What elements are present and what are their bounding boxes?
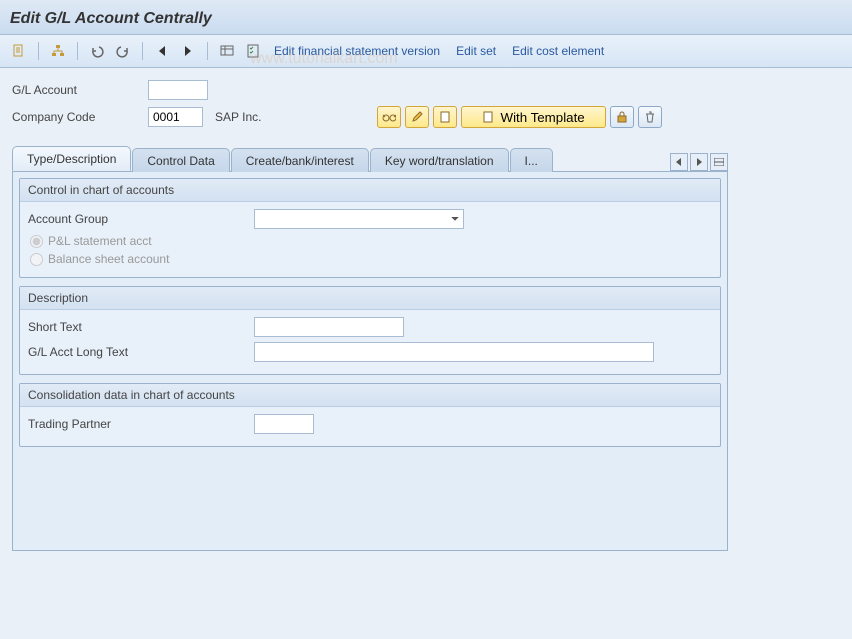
separator — [207, 42, 208, 60]
account-group-label: Account Group — [28, 212, 248, 226]
group-title-consolidation: Consolidation data in chart of accounts — [20, 384, 720, 407]
pencil-icon — [411, 111, 423, 123]
radio-bs[interactable] — [30, 253, 43, 266]
edit-button[interactable] — [405, 106, 429, 128]
gl-account-input[interactable] — [148, 80, 208, 100]
trading-partner-input[interactable] — [254, 414, 314, 434]
toolbar-btn-1[interactable] — [8, 40, 30, 62]
toolbar-btn-prev[interactable] — [151, 40, 173, 62]
triangle-right-icon — [183, 45, 193, 57]
lock-button[interactable] — [610, 106, 634, 128]
redo-icon — [116, 44, 130, 58]
tab-list-button[interactable] — [710, 153, 728, 171]
with-template-label: With Template — [500, 110, 584, 125]
group-description: Description Short Text G/L Acct Long Tex… — [19, 286, 721, 375]
field-row-company-code: Company Code SAP Inc. With Template — [12, 106, 840, 128]
display-icon — [220, 44, 234, 58]
tab-scroll — [670, 153, 728, 171]
toolbar-btn-back[interactable] — [86, 40, 108, 62]
page-icon — [439, 111, 451, 123]
list-icon — [714, 158, 724, 166]
toolbar: Edit financial statement version Edit se… — [0, 35, 852, 68]
long-text-label: G/L Acct Long Text — [28, 345, 248, 359]
tabs-row: Type/Description Control Data Create/ban… — [12, 146, 728, 171]
company-code-input[interactable] — [148, 107, 203, 127]
checklist-icon — [246, 44, 260, 58]
tab-scroll-left[interactable] — [670, 153, 688, 171]
tab-body: Control in chart of accounts Account Gro… — [12, 171, 728, 551]
radio-pl-row[interactable]: P&L statement acct — [30, 234, 712, 248]
separator — [142, 42, 143, 60]
create-button[interactable] — [433, 106, 457, 128]
group-title-description: Description — [20, 287, 720, 310]
gl-account-label: G/L Account — [12, 83, 142, 97]
triangle-left-icon — [675, 158, 683, 166]
toolbar-btn-checklist[interactable] — [242, 40, 264, 62]
with-template-button[interactable]: With Template — [461, 106, 605, 128]
trash-icon — [644, 111, 656, 123]
group-control-chart: Control in chart of accounts Account Gro… — [19, 178, 721, 278]
tab-scroll-right[interactable] — [690, 153, 708, 171]
glasses-icon — [382, 111, 396, 123]
link-edit-set[interactable]: Edit set — [450, 41, 502, 61]
radio-bs-label: Balance sheet account — [48, 252, 169, 266]
short-text-label: Short Text — [28, 320, 248, 334]
tabstrip: Type/Description Control Data Create/ban… — [12, 146, 840, 551]
company-name-text: SAP Inc. — [215, 110, 261, 124]
group-consolidation: Consolidation data in chart of accounts … — [19, 383, 721, 447]
hierarchy-icon — [51, 44, 65, 58]
short-text-input[interactable] — [254, 317, 404, 337]
toolbar-btn-2[interactable] — [47, 40, 69, 62]
tab-keyword-translation[interactable]: Key word/translation — [370, 148, 509, 172]
tab-create-bank-interest[interactable]: Create/bank/interest — [231, 148, 369, 172]
company-code-label: Company Code — [12, 110, 142, 124]
group-title-control: Control in chart of accounts — [20, 179, 720, 202]
trading-partner-label: Trading Partner — [28, 417, 248, 431]
tab-more[interactable]: I... — [510, 148, 553, 172]
separator — [38, 42, 39, 60]
long-text-input[interactable] — [254, 342, 654, 362]
account-group-select[interactable] — [254, 209, 464, 229]
tab-control-data[interactable]: Control Data — [132, 148, 229, 172]
group-body-consolidation: Trading Partner — [20, 407, 720, 446]
group-body-description: Short Text G/L Acct Long Text — [20, 310, 720, 374]
group-body-control: Account Group P&L statement acct Balance… — [20, 202, 720, 277]
link-edit-fsv[interactable]: Edit financial statement version — [268, 41, 446, 61]
radio-bs-row[interactable]: Balance sheet account — [30, 252, 712, 266]
link-edit-cost[interactable]: Edit cost element — [506, 41, 610, 61]
page-icon — [482, 111, 494, 123]
document-icon — [12, 44, 26, 58]
toolbar-btn-next[interactable] — [177, 40, 199, 62]
page-title: Edit G/L Account Centrally — [10, 10, 842, 28]
triangle-left-icon — [157, 45, 167, 57]
radio-pl[interactable] — [30, 235, 43, 248]
field-row-gl-account: G/L Account — [12, 80, 840, 100]
action-buttons: With Template — [377, 106, 661, 128]
undo-icon — [90, 44, 104, 58]
delete-button[interactable] — [638, 106, 662, 128]
radio-pl-label: P&L statement acct — [48, 234, 152, 248]
tab-type-description[interactable]: Type/Description — [12, 146, 131, 171]
lock-icon — [616, 111, 628, 123]
titlebar: Edit G/L Account Centrally — [0, 0, 852, 35]
toolbar-btn-forward[interactable] — [112, 40, 134, 62]
toolbar-btn-display[interactable] — [216, 40, 238, 62]
display-button[interactable] — [377, 106, 401, 128]
triangle-right-icon — [695, 158, 703, 166]
content-area: G/L Account Company Code SAP Inc. With T… — [0, 68, 852, 639]
separator — [77, 42, 78, 60]
